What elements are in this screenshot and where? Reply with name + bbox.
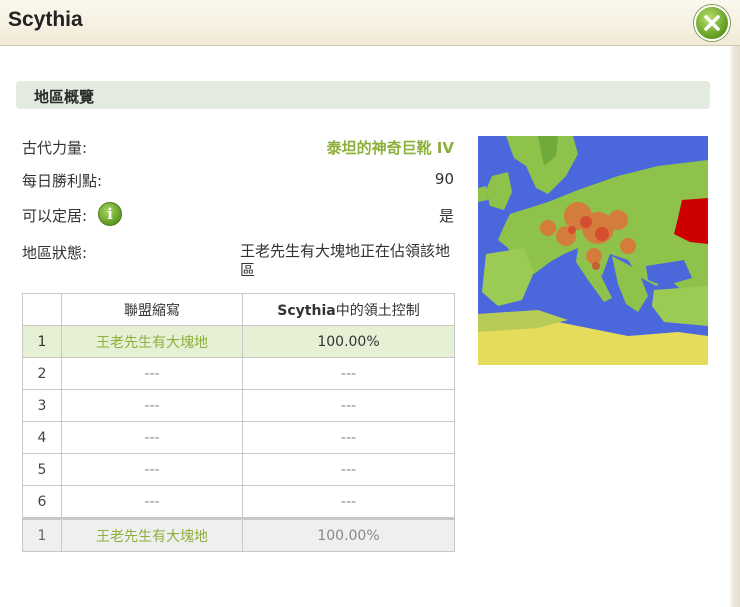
daily-victory-value: 90	[434, 170, 454, 188]
alliance-column-header: 聯盟縮寫	[61, 293, 243, 326]
alliance-name-cell: ---	[61, 357, 243, 390]
table-row: 6 --- ---	[22, 485, 455, 519]
control-cell: 100.00%	[242, 325, 455, 358]
window-title: Scythia	[8, 8, 83, 31]
rank-cell: 3	[22, 389, 62, 422]
control-cell: 100.00%	[242, 517, 455, 552]
close-icon	[704, 15, 720, 31]
region-status-label: 地區狀態:	[22, 244, 88, 262]
table-row: 3 --- ---	[22, 389, 455, 422]
region-map[interactable]	[478, 136, 708, 365]
settle-label: 可以定居:	[22, 207, 88, 225]
control-header-text: 中的領土控制	[335, 302, 420, 319]
table-row: 2 --- ---	[22, 357, 455, 390]
close-button[interactable]	[694, 5, 730, 41]
section-title: 地區概覽	[34, 88, 95, 106]
table-header-row: 聯盟縮寫 Scythia中的領土控制	[22, 293, 455, 326]
section-header: 地區概覽	[16, 81, 710, 109]
window-edge	[729, 46, 740, 607]
region-name-bold: Scythia	[277, 302, 336, 319]
table-row: 4 --- ---	[22, 421, 455, 454]
window-header: Scythia	[0, 0, 740, 46]
control-cell: ---	[242, 421, 455, 454]
own-alliance-row: 1 王老先生有大塊地 100.00%	[22, 517, 455, 552]
control-cell: ---	[242, 389, 455, 422]
rank-cell: 6	[22, 485, 62, 519]
alliance-name-link[interactable]: 王老先生有大塊地	[61, 517, 243, 552]
rank-cell: 5	[22, 453, 62, 486]
alliance-name-link[interactable]: 王老先生有大塊地	[61, 325, 243, 358]
alliance-name-cell: ---	[61, 389, 243, 422]
rank-cell: 4	[22, 421, 62, 454]
ancient-power-link[interactable]: 泰坦的神奇巨靴 IV	[327, 137, 454, 158]
control-cell: ---	[242, 357, 455, 390]
rank-cell: 2	[22, 357, 62, 390]
daily-victory-label: 每日勝利點:	[22, 172, 103, 190]
europe-map-image	[478, 136, 708, 365]
control-cell: ---	[242, 453, 455, 486]
region-status-value: 王老先生有大塊地正在佔領該地區	[240, 242, 451, 279]
rank-column-header	[22, 293, 62, 326]
alliance-name-cell: ---	[61, 453, 243, 486]
info-icon[interactable]: i	[98, 202, 122, 226]
control-column-header: Scythia中的領土控制	[242, 293, 455, 326]
control-cell: ---	[242, 485, 455, 519]
table-row: 1 王老先生有大塊地 100.00%	[22, 325, 455, 358]
alliance-name-cell: ---	[61, 421, 243, 454]
rank-cell: 1	[22, 325, 62, 358]
alliance-name-cell: ---	[61, 485, 243, 519]
alliance-control-table: 聯盟縮寫 Scythia中的領土控制 1 王老先生有大塊地 100.00% 2 …	[22, 293, 455, 552]
table-row: 5 --- ---	[22, 453, 455, 486]
rank-cell: 1	[22, 517, 62, 552]
settle-value: 是	[438, 207, 454, 225]
ancient-power-label: 古代力量:	[22, 139, 88, 157]
